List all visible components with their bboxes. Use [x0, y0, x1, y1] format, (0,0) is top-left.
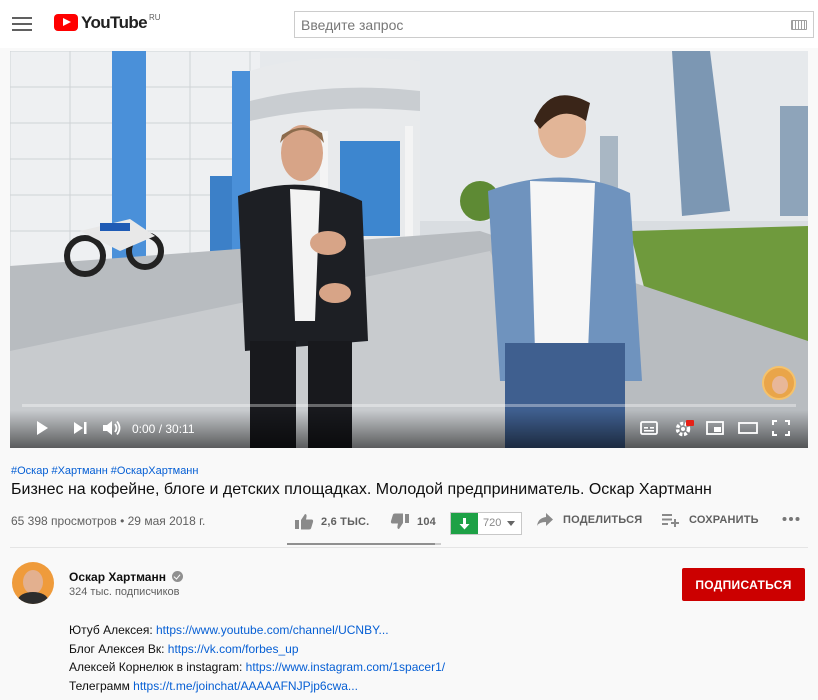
share-icon — [537, 513, 553, 526]
save-button[interactable]: СОХРАНИТЬ — [662, 513, 759, 527]
video-meta: 65 398 просмотров • 29 мая 2018 г. — [11, 514, 206, 528]
hashtag-link[interactable]: #Оскар — [11, 465, 48, 477]
menu-icon[interactable] — [12, 14, 32, 32]
time-display: 0:00 / 30:11 — [132, 422, 195, 436]
youtube-logo[interactable]: YouTube RU — [54, 13, 161, 32]
description-line: Алексей Корнелюк в instagram: https://ww… — [69, 658, 445, 677]
subtitles-icon[interactable] — [640, 420, 658, 436]
hashtag-link[interactable]: #Хартманн — [51, 465, 107, 477]
divider — [10, 547, 808, 548]
like-button[interactable]: 2,6 ТЫС. — [294, 513, 369, 530]
channel-name[interactable]: Оскар Хартманн — [69, 570, 166, 584]
download-count: 720 — [483, 517, 502, 529]
more-actions-button[interactable] — [782, 516, 800, 522]
more-horizontal-icon — [782, 517, 800, 521]
description-label: Телеграмм — [69, 678, 134, 693]
hashtag-link[interactable]: #ОскарХартманн — [111, 465, 199, 477]
settings-icon[interactable] — [674, 420, 694, 438]
video-description: Ютуб Алексея: https://www.youtube.com/ch… — [69, 621, 445, 695]
sentiment-fill — [287, 543, 435, 545]
download-icon — [451, 513, 478, 534]
video-frame — [10, 51, 808, 448]
volume-icon[interactable] — [102, 420, 122, 436]
fullscreen-icon[interactable] — [772, 420, 790, 436]
playlist-add-icon — [662, 514, 679, 527]
search-box — [294, 11, 814, 38]
description-line: Блог Алексея Вк: https://vk.com/forbes_u… — [69, 640, 445, 659]
player-controls: 0:00 / 30:11 — [10, 404, 808, 448]
top-bar: YouTube RU — [0, 0, 818, 48]
share-label: ПОДЕЛИТЬСЯ — [563, 514, 643, 526]
description-label: Ютуб Алексея: — [69, 623, 156, 637]
dislike-button[interactable]: 104 — [390, 513, 436, 530]
keyboard-icon[interactable] — [791, 20, 807, 30]
channel-avatar[interactable] — [12, 562, 54, 604]
save-label: СОХРАНИТЬ — [689, 514, 759, 526]
description-line: Ютуб Алексея: https://www.youtube.com/ch… — [69, 621, 445, 640]
description-link[interactable]: https://www.instagram.com/1spacer1/ — [246, 660, 445, 674]
play-icon[interactable] — [34, 420, 50, 436]
subscriber-count: 324 тыс. подписчиков — [69, 586, 180, 598]
logo-text: YouTube — [81, 13, 148, 32]
download-button[interactable]: 720 — [450, 512, 522, 535]
description-line: Телеграмм https://t.me/joinchat/AAAAAFNJ… — [69, 677, 445, 696]
description-link[interactable]: https://www.youtube.com/channel/UCNBY... — [156, 623, 389, 637]
progress-bar[interactable] — [22, 404, 796, 407]
hashtags: #Оскар #Хартманн #ОскарХартманн — [11, 465, 201, 477]
share-button[interactable]: ПОДЕЛИТЬСЯ — [536, 513, 642, 527]
description-label: Блог Алексея Вк: — [69, 641, 168, 656]
sentiment-bar — [287, 543, 441, 545]
miniplayer-icon[interactable] — [706, 420, 724, 436]
description-link[interactable]: https://vk.com/forbes_up — [168, 642, 299, 656]
like-count: 2,6 ТЫС. — [321, 515, 370, 528]
theater-mode-icon[interactable] — [738, 420, 758, 436]
search-input[interactable] — [295, 12, 775, 37]
video-player[interactable]: 0:00 / 30:11 — [10, 51, 808, 448]
youtube-play-icon — [54, 14, 78, 31]
subscribe-button[interactable]: ПОДПИСАТЬСЯ — [682, 568, 805, 601]
chevron-down-icon — [507, 521, 516, 526]
verified-icon — [172, 571, 183, 582]
video-title: Бизнес на кофейне, блоге и детских площа… — [11, 481, 712, 498]
description-link[interactable]: https://t.me/joinchat/AAAAAFNJPjp6cwa... — [133, 679, 358, 693]
thumbs-up-icon — [295, 514, 314, 530]
next-icon[interactable] — [72, 420, 88, 436]
channel-watermark[interactable] — [762, 366, 796, 400]
dislike-count: 104 — [417, 515, 436, 528]
thumbs-down-icon — [390, 513, 409, 529]
description-label: Алексей Корнелюк в instagram: — [69, 660, 246, 674]
logo-region: RU — [149, 13, 161, 22]
